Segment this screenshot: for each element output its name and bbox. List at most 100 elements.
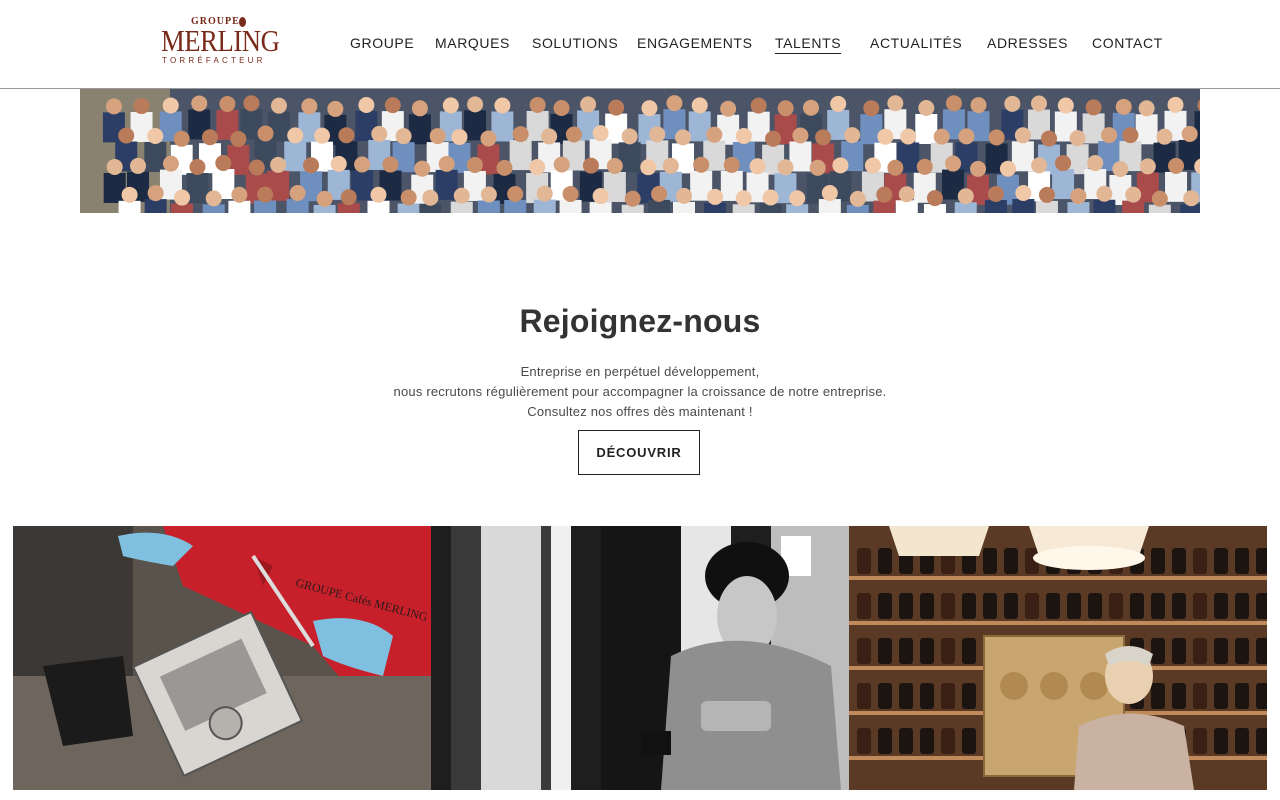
coffee-jar <box>1235 683 1249 709</box>
coffee-jar <box>941 728 955 754</box>
crowd-person-head <box>606 157 623 174</box>
crowd-person-head <box>105 98 122 115</box>
technician-illustration: GROUPE Cafés MERLING <box>13 526 431 790</box>
coffee-jar <box>941 593 955 619</box>
shop-vendor-photo <box>849 526 1267 790</box>
crowd-person-body <box>408 114 431 145</box>
crowd-person-body <box>144 199 167 213</box>
coffee-jar <box>920 683 934 709</box>
crowd-person-head <box>205 190 222 207</box>
crowd-person-head <box>735 190 752 207</box>
crowd-person-body <box>915 113 938 144</box>
crowd-person-head <box>330 155 347 172</box>
nav-item-groupe[interactable]: GROUPE <box>350 35 414 53</box>
crowd-person-head <box>257 186 274 203</box>
vending-technician-illustration <box>431 526 849 790</box>
crowd-person-head <box>970 160 987 177</box>
crowd-person-head <box>414 160 431 177</box>
coffee-jar <box>1214 728 1228 754</box>
coffee-jar <box>857 638 871 664</box>
crowd-person-head <box>231 186 248 203</box>
crowd-person-head <box>765 130 782 147</box>
nav-item-adresses[interactable]: ADRESSES <box>987 35 1068 53</box>
crowd-person-head <box>900 128 917 145</box>
coffee-jar <box>962 593 976 619</box>
coffee-jar <box>920 638 934 664</box>
crowd-person-head <box>987 185 1004 202</box>
crowd-person-head <box>675 129 692 146</box>
join-title: Rejoignez-nous <box>519 303 761 339</box>
crowd-person-head <box>496 159 513 176</box>
nav-item-solutions[interactable]: SOLUTIONS <box>532 35 618 53</box>
coffee-jar <box>1235 548 1249 574</box>
crowd-person-head <box>1069 130 1086 147</box>
crowd-person-head <box>1055 155 1072 172</box>
crowd-person-head <box>1112 160 1129 177</box>
crowd-person-head <box>429 128 446 145</box>
coffee-jar <box>1151 593 1165 619</box>
nav-item-talents[interactable]: TALENTS <box>775 35 842 54</box>
site-header: GROUPE MERLING TORRÉFACTEUR GROUPE MARQU… <box>0 0 1280 89</box>
coffee-jar <box>1193 728 1207 754</box>
coffee-jar <box>1130 593 1144 619</box>
coffee-jar <box>962 638 976 664</box>
shop-shelf <box>849 576 1267 580</box>
crowd-person-head <box>118 127 135 144</box>
coffee-jar <box>1256 638 1267 664</box>
coffee-jar <box>1151 638 1165 664</box>
crowd-person-head <box>1183 190 1200 207</box>
crowd-person-head <box>592 188 609 205</box>
nav-item-marques[interactable]: MARQUES <box>435 35 510 53</box>
crowd-person-head <box>438 155 455 172</box>
crowd-person-head <box>1096 185 1113 202</box>
coffee-jar <box>878 683 892 709</box>
crowd-person-head <box>1139 158 1156 175</box>
crowd-person-head <box>1151 190 1168 207</box>
logo-merling-text: MERLING <box>161 23 280 58</box>
crowd-person-head <box>933 128 950 145</box>
crowd-person-head <box>400 189 417 206</box>
crowd-person-head <box>777 159 794 176</box>
crowd-person-head <box>173 130 190 147</box>
coffee-jar <box>899 638 913 664</box>
coffee-jar <box>1004 593 1018 619</box>
crowd-person-head <box>201 129 218 146</box>
crowd-person-head <box>1181 125 1198 142</box>
crowd-person-head <box>480 130 497 147</box>
nav-item-engagements[interactable]: ENGAGEMENTS <box>637 35 753 53</box>
coffee-jar <box>1256 548 1267 574</box>
nav-item-contact[interactable]: CONTACT <box>1092 35 1163 53</box>
crowd-person-head <box>863 100 880 117</box>
crowd-person-head <box>314 127 331 144</box>
crowd-person-head <box>849 190 866 207</box>
crowd-person-head <box>287 127 304 144</box>
nav-item-actualites[interactable]: ACTUALITÉS <box>870 35 962 53</box>
crowd-person-head <box>624 190 641 207</box>
crowd-person-head <box>536 185 553 202</box>
crowd-person-head <box>693 156 710 173</box>
crowd-person-body <box>286 199 309 213</box>
discover-button[interactable]: DÉCOUVRIR <box>578 430 700 475</box>
crowd-person-head <box>215 155 232 172</box>
crowd-person-head <box>133 98 150 115</box>
crowd-person-head <box>1085 99 1102 116</box>
crowd-person-head <box>1057 97 1074 114</box>
crowd-person-head <box>957 188 974 205</box>
crowd-person-head <box>580 96 597 113</box>
coffee-jar <box>1235 593 1249 619</box>
crowd-person-head <box>830 95 847 112</box>
crowd-person-head <box>562 185 579 202</box>
crowd-person-head <box>147 185 164 202</box>
crowd-person-head <box>1070 188 1087 205</box>
crowd-person-head <box>1122 127 1139 144</box>
crowd-person-head <box>106 158 123 175</box>
crowd-person-head <box>358 96 375 113</box>
crowd-person-head <box>1004 95 1021 112</box>
crowd-person-head <box>270 97 287 114</box>
coffee-jar <box>1046 593 1060 619</box>
crowd-person-head <box>130 157 147 174</box>
crowd-person-head <box>395 128 412 145</box>
merling-logo[interactable]: GROUPE MERLING TORRÉFACTEUR <box>161 16 281 66</box>
coffee-jar <box>1214 593 1228 619</box>
crowd-person-head <box>792 127 809 144</box>
